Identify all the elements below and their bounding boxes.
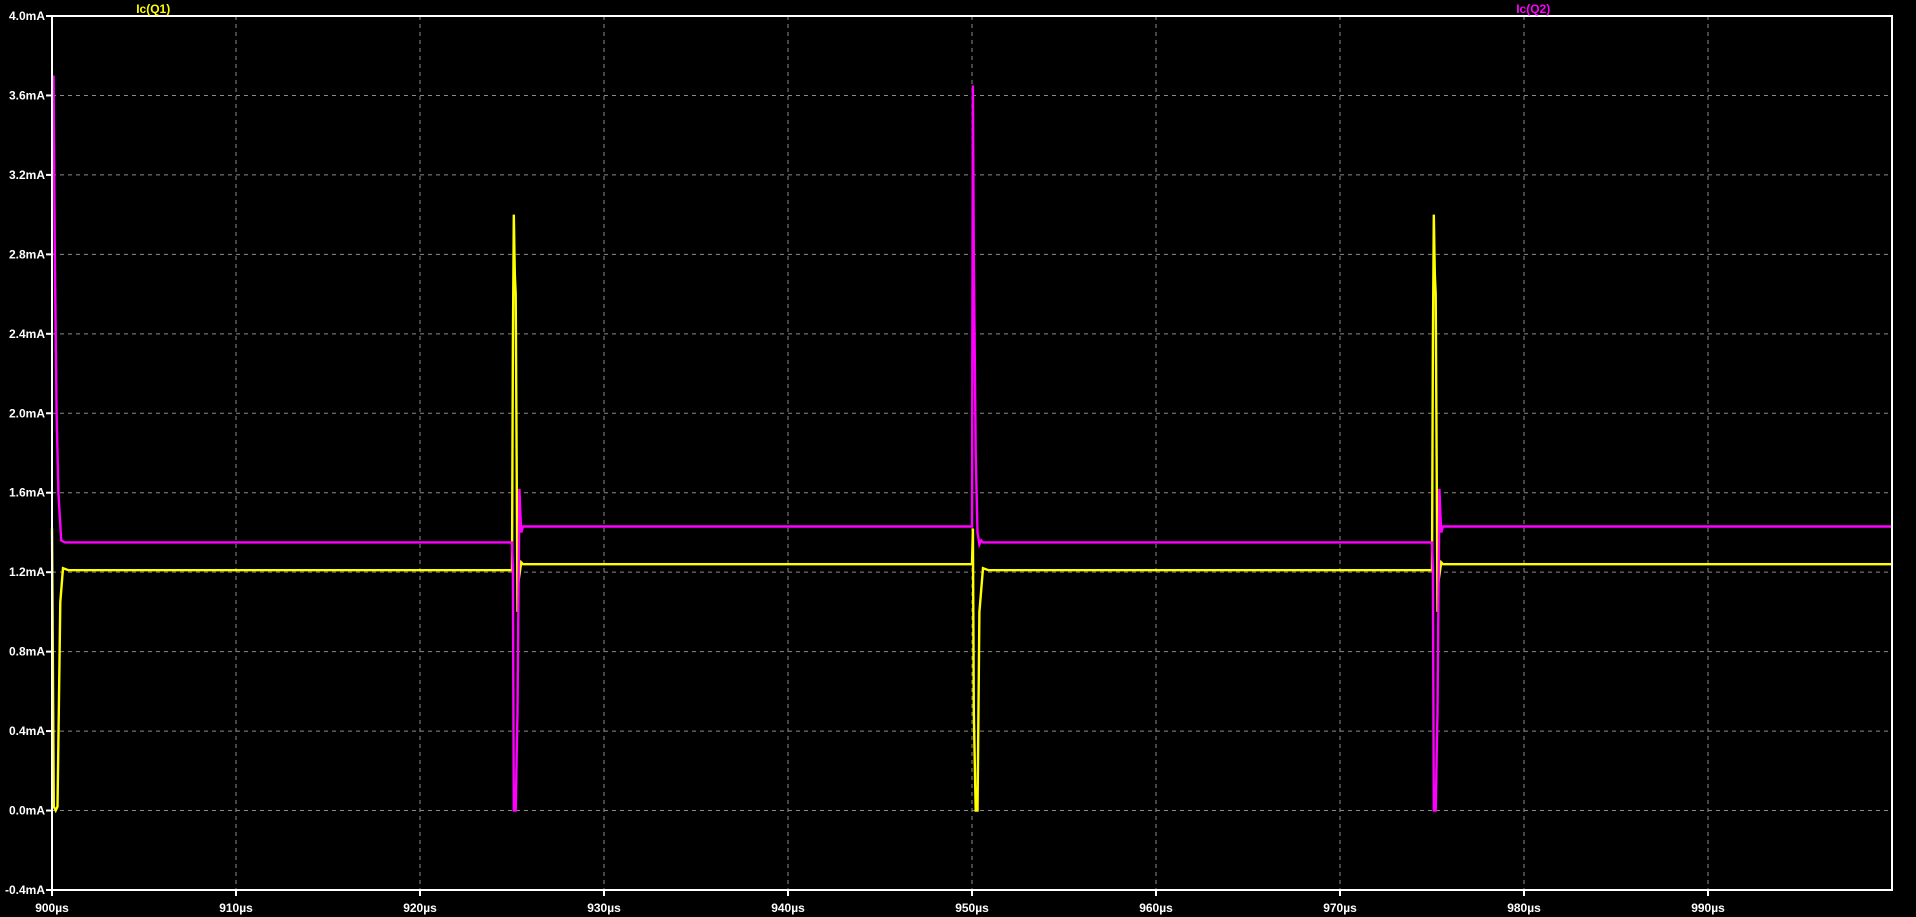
x-tick-label: 990µs <box>1691 901 1725 915</box>
chart-background <box>0 0 1916 917</box>
legend-entry: Ic(Q2) <box>1516 2 1550 16</box>
y-tick-label: 2.4mA <box>9 327 45 341</box>
y-tick-label: 0.8mA <box>9 645 45 659</box>
x-tick-label: 950µs <box>955 901 989 915</box>
x-tick-label: 980µs <box>1507 901 1541 915</box>
x-tick-label: 930µs <box>587 901 621 915</box>
y-tick-label: 4.0mA <box>9 9 45 23</box>
y-tick-label: 0.0mA <box>9 804 45 818</box>
x-tick-label: 910µs <box>219 901 253 915</box>
y-tick-label: 3.2mA <box>9 168 45 182</box>
y-tick-label: -0.4mA <box>5 883 45 897</box>
x-tick-label: 900µs <box>35 901 69 915</box>
x-tick-label: 920µs <box>403 901 437 915</box>
legend-entry: Ic(Q1) <box>136 2 170 16</box>
y-tick-label: 2.0mA <box>9 406 45 420</box>
x-tick-label: 960µs <box>1139 901 1173 915</box>
y-tick-label: 2.8mA <box>9 247 45 261</box>
x-tick-label: 970µs <box>1323 901 1357 915</box>
y-tick-label: 1.6mA <box>9 486 45 500</box>
y-tick-label: 0.4mA <box>9 724 45 738</box>
x-tick-label: 940µs <box>771 901 805 915</box>
y-tick-label: 1.2mA <box>9 565 45 579</box>
y-tick-label: 3.6mA <box>9 88 45 102</box>
waveform-chart: -0.4mA 0.0mA 0.4mA 0.8mA 1.2mA 1.6mA 2.0mA 2.4m… <box>0 0 1916 917</box>
